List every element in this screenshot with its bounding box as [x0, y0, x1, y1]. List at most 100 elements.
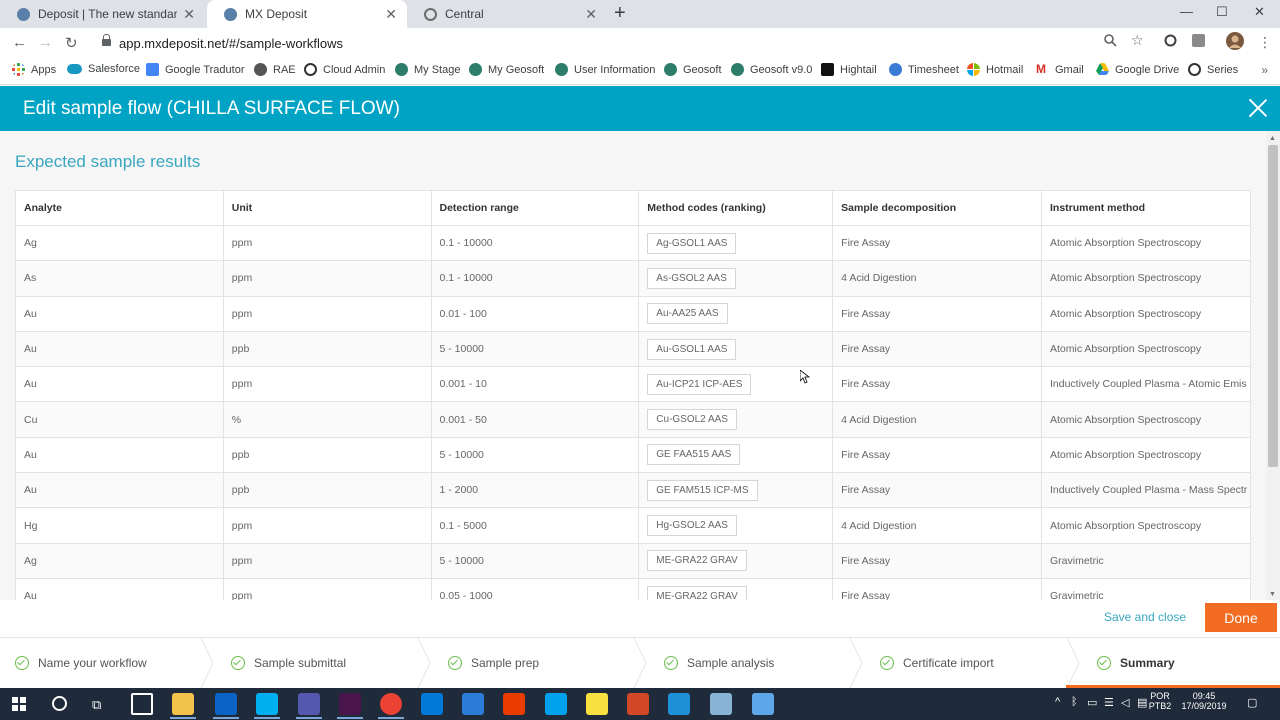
method-code-chip[interactable]: Cu-GSOL2 AAS: [647, 409, 737, 431]
profile-avatar[interactable]: [1226, 32, 1244, 53]
address-bar[interactable]: app.mxdeposit.net/#/sample-workflows: [92, 31, 1152, 55]
app-icon[interactable]: [462, 693, 484, 715]
close-tab-icon[interactable]: ✕: [183, 6, 195, 23]
bluetooth-icon[interactable]: ᛒ: [1071, 696, 1078, 708]
outlook-icon[interactable]: [215, 693, 237, 715]
method-code-chip[interactable]: GE FAA515 AAS: [647, 444, 741, 466]
sample-decomposition-cell: Fire Assay: [832, 296, 1042, 332]
battery-icon[interactable]: ▭: [1087, 696, 1097, 709]
column-header-detection-range[interactable]: Detection range: [430, 190, 640, 226]
windows-start-icon[interactable]: [12, 697, 26, 711]
bookmark-series[interactable]: Series: [1188, 63, 1238, 76]
close-tab-icon[interactable]: ✕: [585, 6, 597, 23]
bookmark-my-stage[interactable]: My Stage: [395, 63, 460, 76]
sticky-notes-icon[interactable]: [586, 693, 608, 715]
extension-icon[interactable]: [1164, 34, 1177, 50]
store-icon[interactable]: [131, 693, 153, 715]
file-explorer-icon[interactable]: [172, 693, 194, 715]
method-code-chip[interactable]: As-GSOL2 AAS: [647, 267, 736, 289]
bookmark-star-icon[interactable]: ☆: [1131, 32, 1144, 49]
network-icon[interactable]: ☰: [1104, 696, 1114, 709]
step-sample-prep[interactable]: Sample prep: [448, 638, 539, 688]
scrollbar-thumb[interactable]: [1268, 145, 1278, 467]
column-header-analyte[interactable]: Analyte: [15, 190, 224, 226]
column-header-method-codes[interactable]: Method codes (ranking): [638, 190, 834, 226]
bookmark-timesheet[interactable]: Timesheet: [889, 63, 959, 76]
settings-app-icon[interactable]: [752, 693, 774, 715]
slack-icon[interactable]: [339, 693, 361, 715]
bookmark-label: User Information: [574, 63, 656, 76]
minimize-icon[interactable]: —: [1180, 4, 1193, 19]
notifications-icon[interactable]: ▢: [1247, 696, 1257, 709]
bookmarks-overflow-icon[interactable]: »: [1261, 63, 1268, 77]
method-code-chip[interactable]: Au-GSOL1 AAS: [647, 338, 737, 360]
forward-icon[interactable]: →: [38, 34, 53, 51]
method-code-chip[interactable]: Au-ICP21 ICP-AES: [647, 373, 752, 395]
teams-icon[interactable]: [298, 693, 320, 715]
extension-icon[interactable]: [1192, 34, 1205, 50]
results-body: Ag ppm 0.1 - 10000 Ag-GSOL1 AAS Fire Assay At…: [15, 225, 1252, 600]
cortana-search-icon[interactable]: [52, 696, 67, 711]
maximize-icon[interactable]: ☐: [1216, 4, 1228, 20]
powerpoint-icon[interactable]: [627, 693, 649, 715]
method-code-chip[interactable]: Au-AA25 AAS: [647, 303, 728, 325]
step-summary[interactable]: Summary: [1097, 638, 1175, 688]
browser-tab[interactable]: Deposit | The new standard in d ✕: [0, 0, 205, 28]
vertical-scrollbar[interactable]: ▲ ▼: [1266, 131, 1280, 600]
reload-icon[interactable]: ↻: [65, 34, 78, 52]
chrome-icon[interactable]: [380, 693, 402, 715]
scroll-up-icon[interactable]: ▲: [1269, 135, 1276, 142]
bookmark-apps[interactable]: Apps: [12, 63, 56, 76]
bookmark-hotmail[interactable]: Hotmail: [967, 63, 1023, 76]
method-code-chip[interactable]: Ag-GSOL1 AAS: [647, 232, 737, 254]
bookmark-geosoft[interactable]: Geosoft: [664, 63, 722, 76]
done-button[interactable]: Done: [1205, 603, 1277, 632]
skype-icon[interactable]: [256, 693, 278, 715]
windows-taskbar: ⧉ ^ ᛒ ▭ ☰ ◁ ▤ POR PTB2 09:45 17/09/2019 …: [0, 688, 1280, 720]
bookmark-google-tradutor[interactable]: Google Tradutor: [146, 63, 245, 76]
bookmark-cloud-admin[interactable]: Cloud Admin: [304, 63, 385, 76]
new-tab-icon[interactable]: +: [614, 2, 626, 25]
browser-tab[interactable]: Central ✕: [407, 0, 607, 28]
column-header-unit[interactable]: Unit: [222, 190, 432, 226]
step-divider: [417, 638, 431, 688]
bookmark-google-drive[interactable]: Google Drive: [1096, 63, 1179, 76]
step-name-your-workflow[interactable]: Name your workflow: [15, 638, 147, 688]
bookmark-gmail[interactable]: M Gmail: [1036, 63, 1084, 76]
edge-icon[interactable]: [421, 693, 443, 715]
clock[interactable]: 09:45 17/09/2019: [1178, 691, 1230, 711]
browser-menu-icon[interactable]: ⋮: [1258, 34, 1272, 51]
window-close-icon[interactable]: ✕: [1254, 4, 1265, 20]
step-sample-analysis[interactable]: Sample analysis: [664, 638, 774, 688]
step-sample-submittal[interactable]: Sample submittal: [231, 638, 346, 688]
office-icon[interactable]: [503, 693, 525, 715]
method-code-chip[interactable]: GE FAM515 ICP-MS: [647, 479, 758, 501]
bookmark-geosoft-v9[interactable]: Geosoft v9.0: [731, 63, 812, 76]
magnifier-icon[interactable]: [710, 693, 732, 715]
scroll-down-icon[interactable]: ▼: [1269, 591, 1276, 598]
bookmark-rae[interactable]: RAE: [254, 63, 296, 76]
bookmark-salesforce[interactable]: Salesforce: [67, 63, 140, 75]
step-certificate-import[interactable]: Certificate import: [880, 638, 994, 688]
volume-icon[interactable]: ◁: [1121, 696, 1129, 709]
bookmark-hightail[interactable]: Hightail: [821, 63, 877, 76]
column-header-instrument-method[interactable]: Instrument method: [1040, 190, 1252, 226]
browser-tab-active[interactable]: MX Deposit ✕: [207, 0, 407, 28]
skype-business-icon[interactable]: [545, 693, 567, 715]
zoom-search-icon[interactable]: [1104, 34, 1117, 50]
bookmark-my-geosoft[interactable]: My Geosoft: [469, 63, 544, 76]
method-code-chip[interactable]: Hg-GSOL2 AAS: [647, 515, 737, 537]
column-header-sample-decomposition[interactable]: Sample decomposition: [832, 190, 1042, 226]
bookmark-user-information[interactable]: User Information: [555, 63, 655, 76]
edge-legacy-icon[interactable]: [668, 693, 690, 715]
back-icon[interactable]: ←: [12, 34, 27, 51]
close-tab-icon[interactable]: ✕: [385, 6, 397, 23]
tray-overflow-icon[interactable]: ^: [1055, 696, 1060, 708]
save-and-close-link[interactable]: Save and close: [1104, 610, 1186, 624]
close-icon[interactable]: [1248, 98, 1268, 118]
method-code-chip[interactable]: ME-GRA22 GRAV: [647, 550, 747, 572]
keyboard-icon[interactable]: ▤: [1137, 696, 1147, 709]
input-language-indicator[interactable]: POR PTB2: [1148, 691, 1172, 711]
task-view-icon[interactable]: ⧉: [92, 697, 101, 713]
method-code-chip[interactable]: ME-GRA22 GRAV: [647, 585, 747, 600]
